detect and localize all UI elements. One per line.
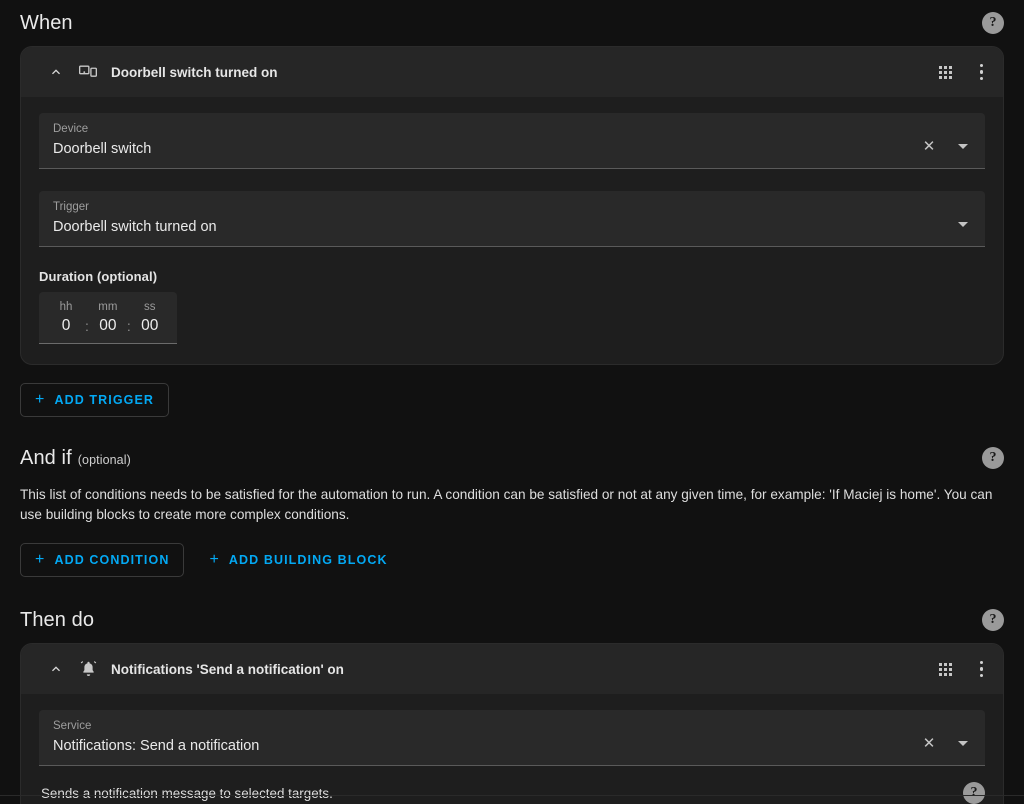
action-card-header[interactable]: Notifications 'Send a notification' on (21, 644, 1003, 694)
and-if-section-header: And if (optional) ? (20, 435, 1004, 481)
then-do-section-header: Then do ? (20, 597, 1004, 643)
duration-hours-label: hh (59, 301, 73, 313)
drag-grid-icon[interactable] (938, 662, 952, 676)
devices-icon (77, 61, 99, 83)
chevron-up-icon[interactable] (47, 660, 65, 678)
when-title: When (20, 11, 73, 34)
add-condition-label: ADD CONDITION (54, 553, 170, 567)
when-section-header: When ? (20, 0, 1004, 46)
device-field[interactable]: Device Doorbell switch ✕ (39, 113, 985, 169)
plus-icon: + (209, 550, 220, 568)
device-field-icons: ✕ (919, 136, 973, 159)
and-if-optional-label: (optional) (77, 452, 131, 467)
duration-separator-1: : (85, 318, 89, 334)
trigger-field-label: Trigger (53, 201, 89, 213)
plus-icon: + (35, 550, 46, 568)
chevron-down-icon[interactable] (953, 136, 973, 156)
close-icon[interactable]: ✕ (919, 733, 939, 753)
service-description: Sends a notification message to selected… (41, 785, 333, 801)
help-circle-icon[interactable]: ? (963, 782, 985, 804)
help-circle-icon[interactable]: ? (982, 609, 1004, 631)
action-title: Notifications 'Send a notification' on (111, 661, 344, 677)
duration-input-group[interactable]: hh 0 : mm 00 : ss 00 (39, 292, 177, 344)
service-field-value: Notifications: Send a notification (53, 738, 260, 754)
page-title: When (20, 12, 73, 35)
add-trigger-button[interactable]: + ADD TRIGGER (20, 383, 170, 417)
plus-icon: + (35, 390, 46, 408)
service-field-icons: ✕ (919, 733, 973, 756)
bottom-divider (0, 795, 1024, 796)
device-field-value: Doorbell switch (53, 141, 152, 157)
chevron-up-icon[interactable] (47, 63, 65, 81)
duration-separator-2: : (126, 318, 131, 334)
then-do-title: Then do (20, 608, 95, 631)
chevron-down-icon[interactable] (953, 214, 973, 234)
dots-vertical-icon[interactable] (974, 60, 990, 85)
device-field-label: Device (53, 123, 89, 135)
trigger-field-value: Doorbell switch turned on (53, 219, 217, 235)
trigger-card-body: Device Doorbell switch ✕ Trigger Doorbel… (21, 97, 1003, 364)
service-description-row: Sends a notification message to selected… (39, 782, 985, 804)
drag-grid-icon[interactable] (938, 65, 952, 79)
trigger-card: Doorbell switch turned on Device Doorbel… (20, 46, 1004, 365)
condition-actions-row: + ADD CONDITION + ADD BUILDING BLOCK (20, 543, 1004, 577)
duration-minutes-label: mm (98, 301, 118, 313)
dots-vertical-icon[interactable] (974, 657, 990, 682)
trigger-title: Doorbell switch turned on (111, 64, 278, 80)
trigger-card-actions (938, 60, 990, 85)
add-building-block-button[interactable]: + ADD BUILDING BLOCK (194, 543, 402, 577)
bell-ring-icon (77, 658, 99, 680)
trigger-card-header[interactable]: Doorbell switch turned on (21, 47, 1003, 97)
action-card-body: Service Notifications: Send a notificati… (21, 694, 1003, 804)
service-field[interactable]: Service Notifications: Send a notificati… (39, 710, 985, 766)
add-building-block-label: ADD BUILDING BLOCK (228, 553, 388, 567)
add-condition-button[interactable]: + ADD CONDITION (20, 543, 185, 577)
trigger-field[interactable]: Trigger Doorbell switch turned on (39, 191, 985, 247)
duration-label: Duration (optional) (39, 269, 158, 284)
service-field-label: Service (53, 720, 92, 732)
help-circle-icon[interactable]: ? (982, 12, 1004, 34)
action-card: Notifications 'Send a notification' on S… (20, 643, 1004, 804)
trigger-actions-row: + ADD TRIGGER (20, 383, 1004, 417)
help-circle-icon[interactable]: ? (982, 447, 1004, 469)
duration-minutes-value[interactable]: 00 (95, 315, 121, 337)
duration-minutes[interactable]: mm 00 (95, 299, 121, 337)
close-icon[interactable]: ✕ (919, 136, 939, 156)
add-trigger-label: ADD TRIGGER (54, 393, 155, 407)
duration-seconds-label: ss (144, 301, 156, 313)
duration-hours[interactable]: hh 0 (53, 299, 79, 337)
trigger-field-icons (953, 214, 973, 237)
automation-editor: When ? Doorbell switch turned on Device … (0, 0, 1024, 804)
chevron-down-icon[interactable] (953, 733, 973, 753)
duration-block: Duration (optional) hh 0 : mm 00 : ss 00 (39, 269, 985, 344)
and-if-title: And if (20, 446, 72, 469)
and-if-description: This list of conditions needs to be sati… (20, 487, 993, 522)
duration-hours-value[interactable]: 0 (53, 315, 79, 337)
duration-seconds[interactable]: ss 00 (137, 299, 163, 337)
duration-seconds-value[interactable]: 00 (137, 315, 163, 337)
action-card-actions (938, 657, 990, 682)
